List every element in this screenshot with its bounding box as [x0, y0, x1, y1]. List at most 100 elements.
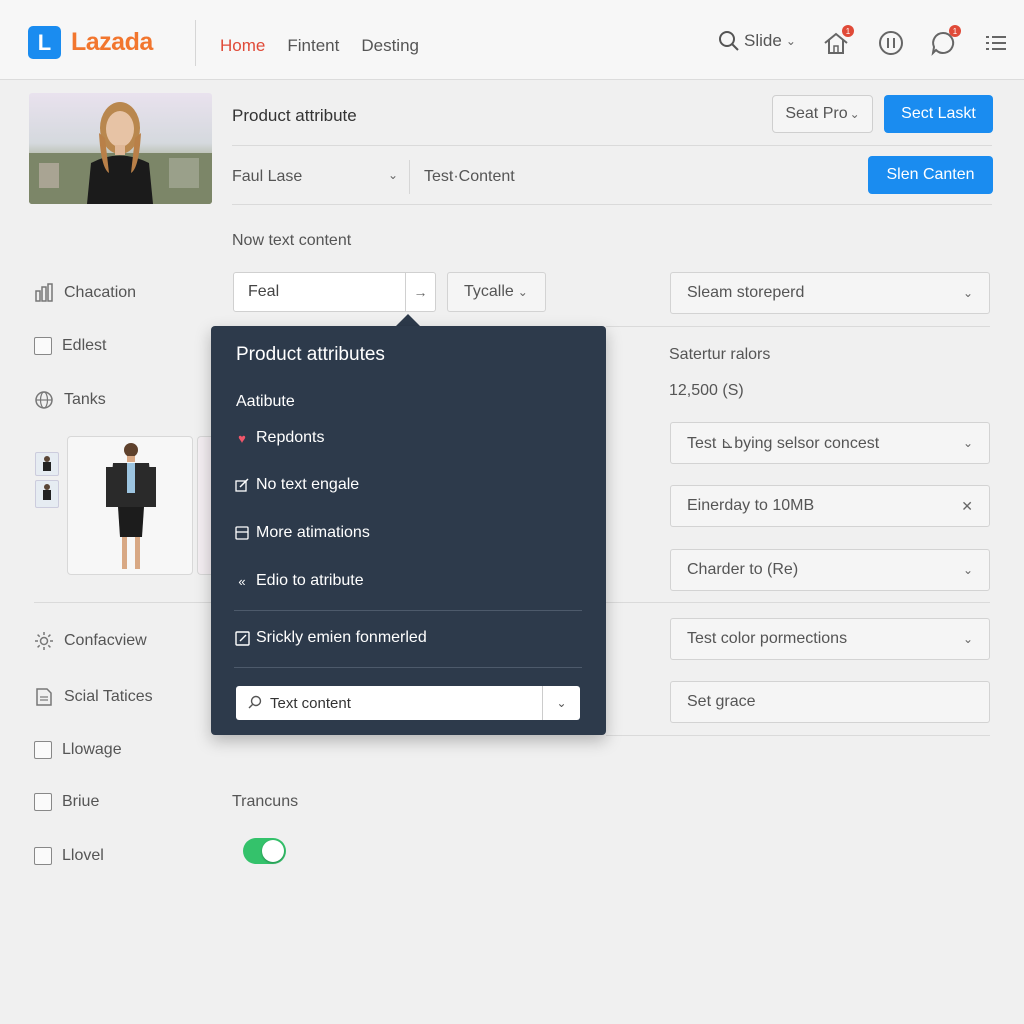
panel-title: Product attribute: [232, 106, 357, 125]
right-select-3[interactable]: Charder to (Re) ⌄: [670, 549, 990, 591]
seat-pro-button[interactable]: Seat Pro ⌄: [772, 95, 873, 133]
faul-lase-select[interactable]: Faul Lase ⌄: [232, 168, 398, 186]
chevron-down-icon[interactable]: ⌄: [542, 686, 580, 720]
lazada-logo[interactable]: L Lazada: [28, 26, 153, 59]
sidebar-item-llowage[interactable]: Llowage: [34, 741, 122, 759]
divider: [232, 204, 992, 205]
search-icon: [248, 695, 262, 712]
sidebar-item-scial-tatices[interactable]: Scial Tatices: [34, 687, 153, 707]
chevron-down-icon: ⌄: [785, 34, 796, 48]
sidebar-item-label: Edlest: [62, 337, 107, 354]
chevron-down-icon: ⌄: [962, 436, 973, 450]
product-image-card[interactable]: [67, 436, 193, 575]
feal-input[interactable]: Feal →: [233, 272, 436, 312]
trancuns-toggle[interactable]: [243, 838, 286, 864]
divider: [606, 326, 990, 327]
model-photo-illustration: [106, 443, 156, 569]
popup-item-repdonts[interactable]: ♥ Repdonts: [234, 429, 325, 447]
trancuns-label: Trancuns: [232, 793, 299, 810]
profile-photo: [29, 93, 212, 204]
save-icon: [234, 526, 250, 540]
popup-item-label: Srickly emien fonmerled: [256, 629, 427, 646]
slen-canten-button[interactable]: Slen Canten: [868, 156, 993, 194]
popup-item-label: Repdonts: [256, 429, 325, 446]
row-divider: [409, 160, 410, 194]
test-content-text: Test·Content: [424, 168, 515, 185]
select-value: Charder to (Re): [687, 561, 799, 578]
checkbox-edit-icon: [234, 630, 250, 646]
header-divider: [195, 20, 196, 66]
popup-item-srickly-emien[interactable]: Srickly emien fonmerled: [234, 629, 427, 647]
chevron-down-icon: ⌄: [517, 285, 528, 299]
right-select-2[interactable]: Einerday to 10MB ✕: [670, 485, 990, 527]
product-image-card-partial[interactable]: [197, 436, 211, 575]
right-select-1[interactable]: Test ⊾bying selsor concest ⌄: [670, 422, 990, 464]
double-chevron-left-icon: «: [238, 573, 246, 589]
grace-input[interactable]: Set grace: [670, 681, 990, 723]
popup-title: Product attributes: [236, 344, 385, 365]
sidebar-item-confacview[interactable]: Confacview: [34, 631, 147, 651]
feal-input-value: Feal: [248, 283, 280, 300]
home-button[interactable]: 1: [821, 25, 854, 58]
thumbnail-small[interactable]: [35, 452, 59, 476]
nav-item-fintent[interactable]: Fintent: [287, 36, 339, 56]
checkbox[interactable]: [34, 337, 52, 355]
thumbnail-small[interactable]: [35, 480, 59, 508]
person-thumbnail-icon: [43, 484, 51, 500]
nav-item-home[interactable]: Home: [220, 36, 265, 56]
heart-icon: ♥: [238, 430, 246, 446]
search-icon: [719, 31, 739, 51]
sleam-label: Sleam storeperd: [687, 284, 805, 301]
person-photo-illustration: [29, 102, 212, 204]
select-value: Test color pormections: [687, 630, 848, 647]
sidebar-item-label: Briue: [62, 793, 100, 810]
popup-subtitle: Aatibute: [236, 393, 295, 410]
sect-laskt-button[interactable]: Sect Laskt: [884, 95, 993, 133]
checkbox[interactable]: [34, 741, 52, 759]
sidebar-item-edlest[interactable]: Edlest: [34, 337, 106, 355]
search-dropdown[interactable]: Slide ⌄: [718, 30, 796, 52]
home-badge: 1: [842, 25, 854, 37]
divider: [606, 735, 990, 736]
pause-button[interactable]: [876, 28, 906, 58]
typecalle-label: Tycalle: [464, 283, 514, 300]
sidebar-item-chacation[interactable]: Chacation: [34, 283, 136, 303]
menu-button[interactable]: [981, 28, 1011, 58]
bar-chart-icon: [34, 283, 54, 303]
popup-search-select[interactable]: Text content ⌄: [236, 686, 580, 720]
chat-button[interactable]: 1: [928, 25, 961, 58]
popup-divider: [234, 610, 582, 611]
app-header: L Lazada Home Fintent Desting Slide ⌄ 1 …: [0, 0, 1024, 80]
logo-mark-icon: L: [28, 26, 61, 59]
sidebar-item-briue[interactable]: Briue: [34, 793, 99, 811]
sleam-select[interactable]: Sleam storeperd ⌄: [670, 272, 990, 314]
typecalle-select[interactable]: Tycalle ⌄: [447, 272, 546, 312]
popup-search-value: Text content: [270, 694, 351, 712]
select-value: Test ⊾bying selsor concest: [687, 435, 880, 452]
popup-item-no-text-engale[interactable]: No text engale: [234, 476, 359, 494]
divider: [232, 145, 992, 146]
chevron-down-icon: ⌄: [849, 107, 860, 121]
search-label: Slide: [744, 31, 782, 50]
popup-item-label: More atimations: [256, 524, 370, 541]
checkbox[interactable]: [34, 847, 52, 865]
popup-item-edio-to-atribute[interactable]: « Edio to atribute: [234, 572, 364, 590]
pause-circle-icon: [879, 31, 903, 55]
right-select-4[interactable]: Test color pormections ⌄: [670, 618, 990, 660]
main-nav: Home Fintent Desting: [220, 36, 419, 56]
popup-item-label: Edio to atribute: [256, 572, 364, 589]
select-value: Einerday to 10MB: [687, 497, 815, 514]
close-icon[interactable]: ✕: [961, 498, 973, 515]
nav-item-desting[interactable]: Desting: [361, 36, 419, 56]
sidebar-item-label: Scial Tatices: [64, 688, 153, 705]
arrow-right-icon[interactable]: →: [405, 273, 435, 311]
popup-item-more-atimations[interactable]: More atimations: [234, 524, 370, 542]
section-label: Now text content: [232, 232, 352, 249]
person-thumbnail-icon: [43, 456, 51, 471]
sidebar-item-llovel[interactable]: Llovel: [34, 847, 104, 865]
checkbox[interactable]: [34, 793, 52, 811]
chevron-down-icon: ⌄: [962, 563, 973, 577]
sidebar-item-tanks[interactable]: Tanks: [34, 390, 106, 410]
product-attributes-popup: Product attributes Aatibute ♥ Repdonts N…: [211, 326, 606, 735]
seat-pro-label: Seat Pro: [785, 105, 848, 122]
